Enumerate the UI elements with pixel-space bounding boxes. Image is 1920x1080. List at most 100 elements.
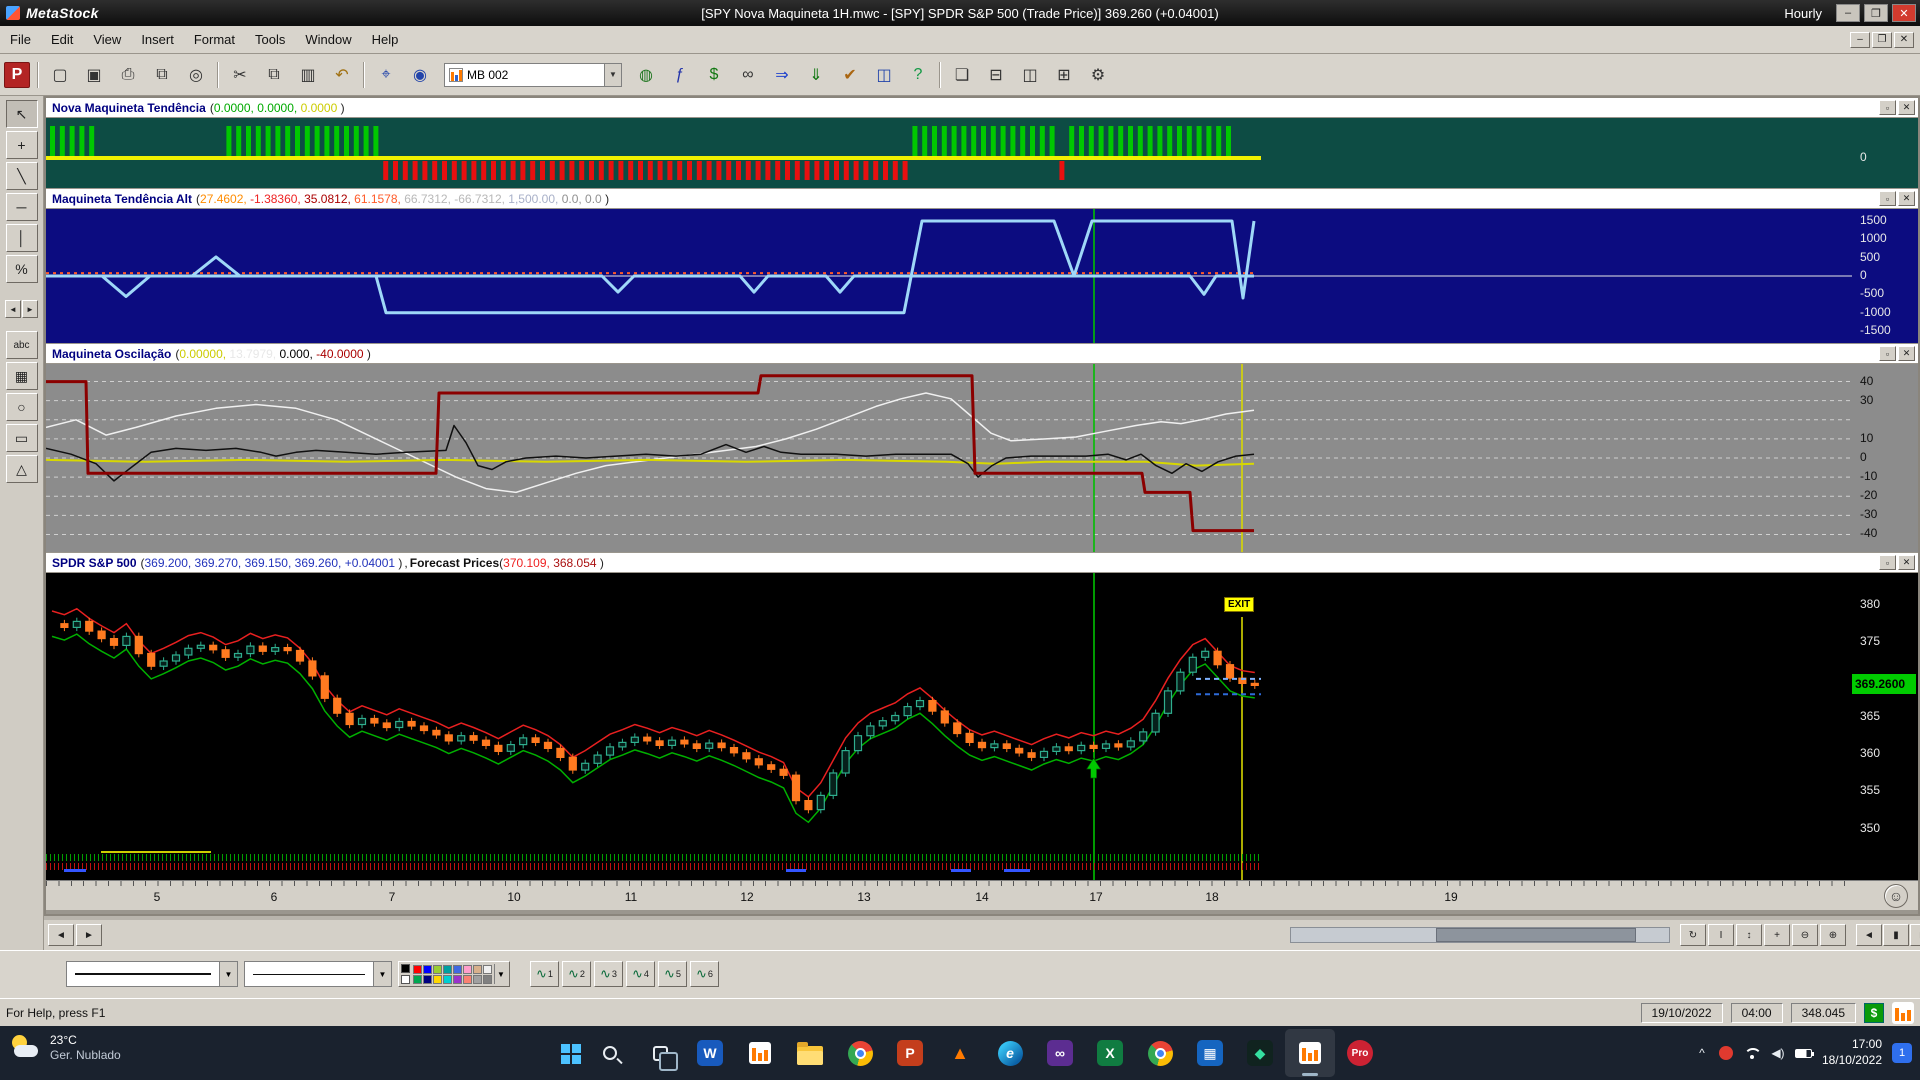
- indicator-builder-button[interactable]: ƒ: [664, 59, 696, 90]
- panel-restore-button[interactable]: ▫: [1879, 346, 1896, 361]
- paste-button[interactable]: ▥: [292, 59, 324, 90]
- web-button[interactable]: ◍: [630, 59, 662, 90]
- explorer-button[interactable]: ∞: [732, 59, 764, 90]
- panel-oscilacao[interactable]: 40 30 10 0 -10 -20 -30 -40: [46, 364, 1918, 552]
- dropdown-arrow-icon[interactable]: ▼: [604, 63, 621, 86]
- triangle-tool[interactable]: △: [5, 455, 38, 483]
- advisor-button[interactable]: ?: [902, 59, 934, 90]
- search-button[interactable]: [585, 1029, 635, 1077]
- panel-price[interactable]: EXIT 369.2600 380 375 365 360 355 350: [46, 573, 1918, 880]
- text-tool[interactable]: abc: [5, 331, 38, 359]
- scroll-left-button[interactable]: ◄: [5, 300, 21, 318]
- taskbar-clock[interactable]: 17:00 18/10/2022: [1822, 1037, 1882, 1068]
- panel-header-tendencia-alt[interactable]: Maquineta Tendência Alt (27.4602, -1.383…: [46, 189, 1918, 209]
- child-minimize-button[interactable]: –: [1850, 31, 1870, 48]
- zoom-out-button[interactable]: ⊖: [1792, 924, 1818, 946]
- palette-color[interactable]: [423, 974, 432, 984]
- crosshair-mode-button[interactable]: I: [1708, 924, 1734, 946]
- dollar-status-icon[interactable]: $: [1864, 1002, 1884, 1023]
- page-right-button[interactable]: ►: [1910, 924, 1920, 946]
- crosshair-button[interactable]: ⌖: [370, 59, 402, 90]
- chrome-icon[interactable]: [835, 1029, 885, 1077]
- rectangle-tool[interactable]: ▭: [5, 424, 38, 452]
- menu-file[interactable]: File: [0, 28, 41, 51]
- palette-color[interactable]: [413, 964, 422, 974]
- panel-close-button[interactable]: ✕: [1898, 346, 1915, 361]
- edge-icon[interactable]: e: [985, 1029, 1035, 1077]
- palette-color[interactable]: [463, 964, 472, 974]
- palette-color[interactable]: [443, 974, 452, 984]
- dropdown-arrow-icon[interactable]: ▼: [494, 964, 507, 984]
- panel-close-button[interactable]: ✕: [1898, 555, 1915, 570]
- panel-restore-button[interactable]: ▫: [1879, 191, 1896, 206]
- palette-color[interactable]: [423, 964, 432, 974]
- vertical-line-tool[interactable]: │: [5, 224, 38, 252]
- child-close-button[interactable]: ✕: [1894, 31, 1914, 48]
- visual-studio-icon[interactable]: ∞: [1035, 1029, 1085, 1077]
- panel-close-button[interactable]: ✕: [1898, 191, 1915, 206]
- price-chart[interactable]: [46, 573, 1852, 880]
- notification-badge[interactable]: 1: [1892, 1043, 1912, 1063]
- crosshair-tool[interactable]: +: [5, 131, 38, 159]
- palette-color[interactable]: [433, 974, 442, 984]
- palette-color[interactable]: [473, 964, 482, 974]
- panel-restore-button[interactable]: ▫: [1879, 100, 1896, 115]
- menu-help[interactable]: Help: [362, 28, 409, 51]
- dropdown-arrow-icon[interactable]: ▼: [373, 962, 391, 986]
- copy-button[interactable]: ⧉: [258, 59, 290, 90]
- file-explorer-icon[interactable]: [785, 1029, 835, 1077]
- zoom-in-button[interactable]: ⊕: [1820, 924, 1846, 946]
- pointer-tool[interactable]: ↖: [5, 100, 38, 128]
- pro-app-icon[interactable]: Pro: [1335, 1029, 1385, 1077]
- metastock-status-icon[interactable]: [1892, 1001, 1914, 1024]
- chart-style-button-4[interactable]: ∿ 4: [626, 961, 655, 987]
- copy-window-button[interactable]: ⧉: [146, 59, 178, 90]
- panel-header-price[interactable]: SPDR S&P 500 (369.200, 369.270, 369.150,…: [46, 553, 1918, 573]
- print-preview-button[interactable]: ◎: [180, 59, 212, 90]
- menu-window[interactable]: Window: [295, 28, 361, 51]
- start-button[interactable]: [535, 1029, 585, 1077]
- line-style-select[interactable]: ▼: [66, 961, 238, 987]
- ellipse-tool[interactable]: ○: [5, 393, 38, 421]
- tendencia-chart[interactable]: [46, 118, 1852, 188]
- chart-style-button-1[interactable]: ∿ 1: [530, 961, 559, 987]
- palette-color[interactable]: [401, 975, 410, 984]
- panel-tendencia[interactable]: 0: [46, 118, 1918, 188]
- chart-scan-button[interactable]: ◫: [868, 59, 900, 90]
- palette-color[interactable]: [401, 964, 410, 973]
- pan-button[interactable]: +: [1764, 924, 1790, 946]
- system-tester-button[interactable]: ✔: [834, 59, 866, 90]
- palette-color[interactable]: [433, 964, 442, 974]
- chart-style-button-6[interactable]: ∿ 6: [690, 961, 719, 987]
- minimize-button[interactable]: –: [1836, 4, 1860, 22]
- grid-tool[interactable]: ▦: [5, 362, 38, 390]
- layout-select[interactable]: MB 002 ▼: [444, 62, 622, 87]
- chart-style-button-5[interactable]: ∿ 5: [658, 961, 687, 987]
- child-restore-button[interactable]: ❐: [1872, 31, 1892, 48]
- close-button[interactable]: ✕: [1892, 4, 1916, 22]
- tray-chevron[interactable]: ^: [1695, 1043, 1709, 1063]
- fibonacci-tool[interactable]: %: [5, 255, 38, 283]
- palette-color[interactable]: [483, 974, 492, 984]
- tile-horizontal-button[interactable]: ⊟: [980, 59, 1012, 90]
- taskview-button[interactable]: [635, 1029, 685, 1077]
- panel-close-button[interactable]: ✕: [1898, 100, 1915, 115]
- volume-icon[interactable]: ◀): [1771, 1043, 1785, 1063]
- horizontal-scrollbar[interactable]: [1290, 927, 1670, 943]
- scrollbar-thumb[interactable]: [1436, 928, 1636, 942]
- new-chart-button[interactable]: ▢: [44, 59, 76, 90]
- page-end-button[interactable]: ▮: [1883, 924, 1909, 946]
- trendline-tool[interactable]: ╲: [5, 162, 38, 190]
- excel-icon[interactable]: X: [1085, 1029, 1135, 1077]
- scroll-chart-left-button[interactable]: ◄: [48, 924, 74, 946]
- panel-header-tendencia[interactable]: Nova Maquineta Tendência (0.0000, 0.0000…: [46, 98, 1918, 118]
- wifi-icon[interactable]: [1743, 1043, 1762, 1063]
- horizontal-line-tool[interactable]: ─: [5, 193, 38, 221]
- palette-color[interactable]: [463, 974, 472, 984]
- panel-restore-button[interactable]: ▫: [1879, 555, 1896, 570]
- date-axis[interactable]: 5 6 7 10 11 12 13 14 17 18 19 ☺: [46, 880, 1918, 910]
- tendencia-alt-chart[interactable]: [46, 209, 1852, 343]
- tile-vertical-button[interactable]: ◫: [1014, 59, 1046, 90]
- palette-color[interactable]: [453, 964, 462, 974]
- palette-color[interactable]: [473, 974, 482, 984]
